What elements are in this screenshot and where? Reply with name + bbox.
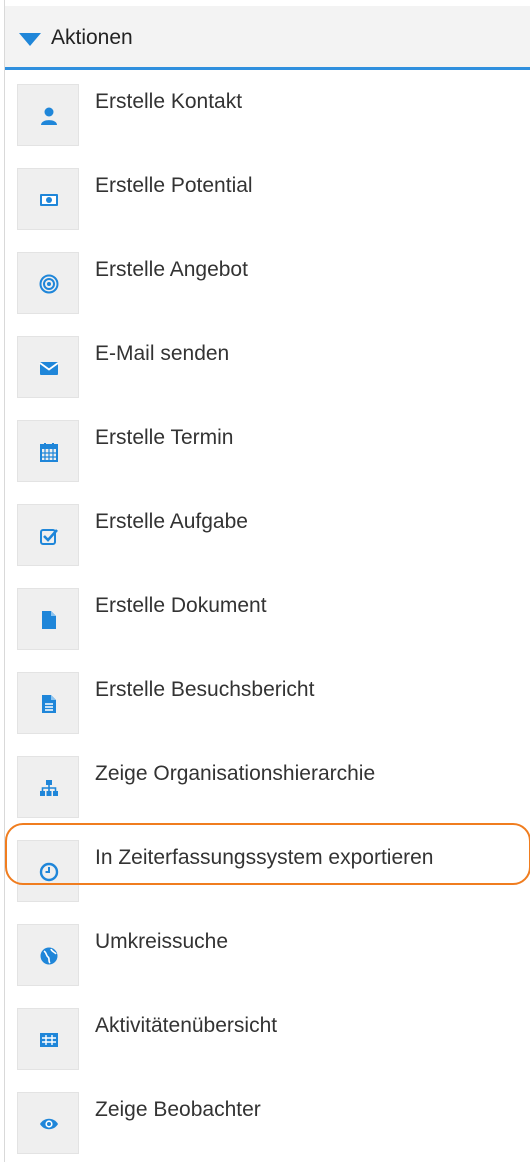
panel-title: Aktionen xyxy=(51,26,133,49)
action-label: Erstelle Potential xyxy=(95,174,253,197)
file-text-icon xyxy=(17,672,79,734)
action-label: Erstelle Angebot xyxy=(95,258,248,281)
action-label: Erstelle Besuchsbericht xyxy=(95,678,315,701)
file-icon xyxy=(17,588,79,650)
action-label: Zeige Organisationshierarchie xyxy=(95,762,376,785)
action-label: Erstelle Aufgabe xyxy=(95,510,248,533)
envelope-icon xyxy=(17,336,79,398)
action-create-task[interactable]: Erstelle Aufgabe xyxy=(5,504,529,568)
action-label: Erstelle Kontakt xyxy=(95,90,243,113)
action-create-contact[interactable]: Erstelle Kontakt xyxy=(5,84,529,148)
action-label: Umkreissuche xyxy=(95,930,229,953)
action-label: Zeige Beobachter xyxy=(95,1098,261,1121)
checkbox-icon xyxy=(17,504,79,566)
sitemap-icon xyxy=(17,756,79,818)
action-show-watchers[interactable]: Zeige Beobachter xyxy=(5,1092,529,1156)
action-activity-overview[interactable]: Aktivitätenübersicht xyxy=(5,1008,529,1072)
action-create-visit-report[interactable]: Erstelle Besuchsbericht xyxy=(5,672,529,736)
action-label: In Zeiterfassungssystem exportieren xyxy=(95,846,434,869)
globe-icon xyxy=(17,924,79,986)
action-send-email[interactable]: E-Mail senden xyxy=(5,336,529,400)
action-show-org-hierarchy[interactable]: Zeige Organisationshierarchie xyxy=(5,756,529,820)
clock-icon xyxy=(17,840,79,902)
target-icon xyxy=(17,252,79,314)
actions-panel-header[interactable]: Aktionen xyxy=(5,6,530,70)
action-label: Erstelle Dokument xyxy=(95,594,267,617)
table-icon xyxy=(17,1008,79,1070)
caret-down-icon xyxy=(19,33,41,46)
eye-icon xyxy=(17,1092,79,1154)
money-icon xyxy=(17,168,79,230)
user-icon xyxy=(17,84,79,146)
action-label: E-Mail senden xyxy=(95,342,230,365)
action-label: Aktivitätenübersicht xyxy=(95,1014,278,1037)
calendar-icon xyxy=(17,420,79,482)
action-radius-search[interactable]: Umkreissuche xyxy=(5,924,529,988)
action-create-offer[interactable]: Erstelle Angebot xyxy=(5,252,529,316)
actions-panel: Aktionen Erstelle Kontakt Erstelle Poten… xyxy=(4,0,530,1162)
action-export-time-tracking[interactable]: In Zeiterfassungssystem exportieren xyxy=(5,840,529,904)
action-create-appointment[interactable]: Erstelle Termin xyxy=(5,420,529,484)
action-create-document[interactable]: Erstelle Dokument xyxy=(5,588,529,652)
action-create-potential[interactable]: Erstelle Potential xyxy=(5,168,529,232)
action-label: Erstelle Termin xyxy=(95,426,234,449)
